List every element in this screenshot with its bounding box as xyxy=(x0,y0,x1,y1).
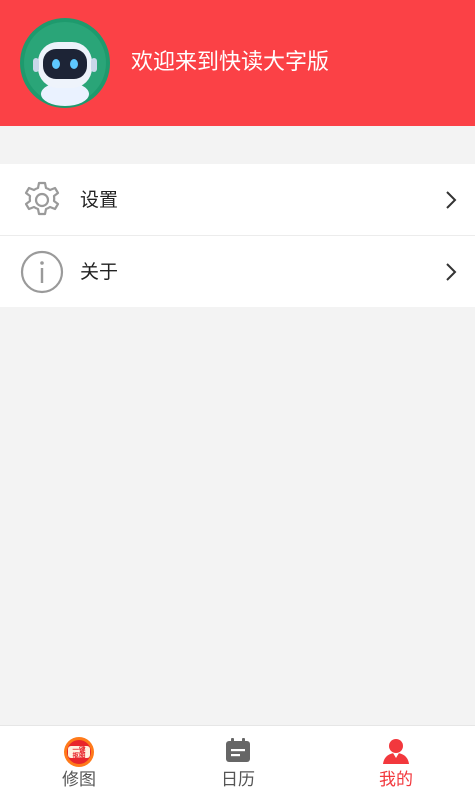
menu-item-about[interactable]: 关于 xyxy=(0,235,475,307)
menu-item-label: 设置 xyxy=(80,189,119,211)
tab-calendar[interactable]: 日历 xyxy=(188,726,288,795)
gear-icon xyxy=(24,181,60,216)
chevron-right-icon xyxy=(446,191,457,209)
tab-edit-photo[interactable]: 一键 抠图 修图 xyxy=(29,726,129,795)
welcome-text: 欢迎来到快读大字版 xyxy=(131,50,330,75)
calendar-icon xyxy=(226,738,250,762)
robot-avatar-icon[interactable] xyxy=(20,18,110,108)
tab-label: 日历 xyxy=(221,770,255,790)
cutout-icon-text-bottom: 抠图 xyxy=(73,751,87,760)
chevron-right-icon xyxy=(446,263,457,281)
profile-header: 欢迎来到快读大字版 xyxy=(0,0,475,126)
settings-menu: 设置 关于 xyxy=(0,164,475,307)
tab-label: 我的 xyxy=(379,770,413,790)
bottom-tab-bar: 一键 抠图 修图 日历 我的 xyxy=(0,725,475,795)
menu-item-label: 关于 xyxy=(80,261,119,283)
tab-mine[interactable]: 我的 xyxy=(346,726,446,795)
info-icon xyxy=(20,250,64,294)
one-click-cutout-icon: 一键 抠图 xyxy=(64,737,94,767)
menu-item-settings[interactable]: 设置 xyxy=(0,164,475,235)
tab-label: 修图 xyxy=(62,770,96,790)
person-icon xyxy=(383,739,409,764)
